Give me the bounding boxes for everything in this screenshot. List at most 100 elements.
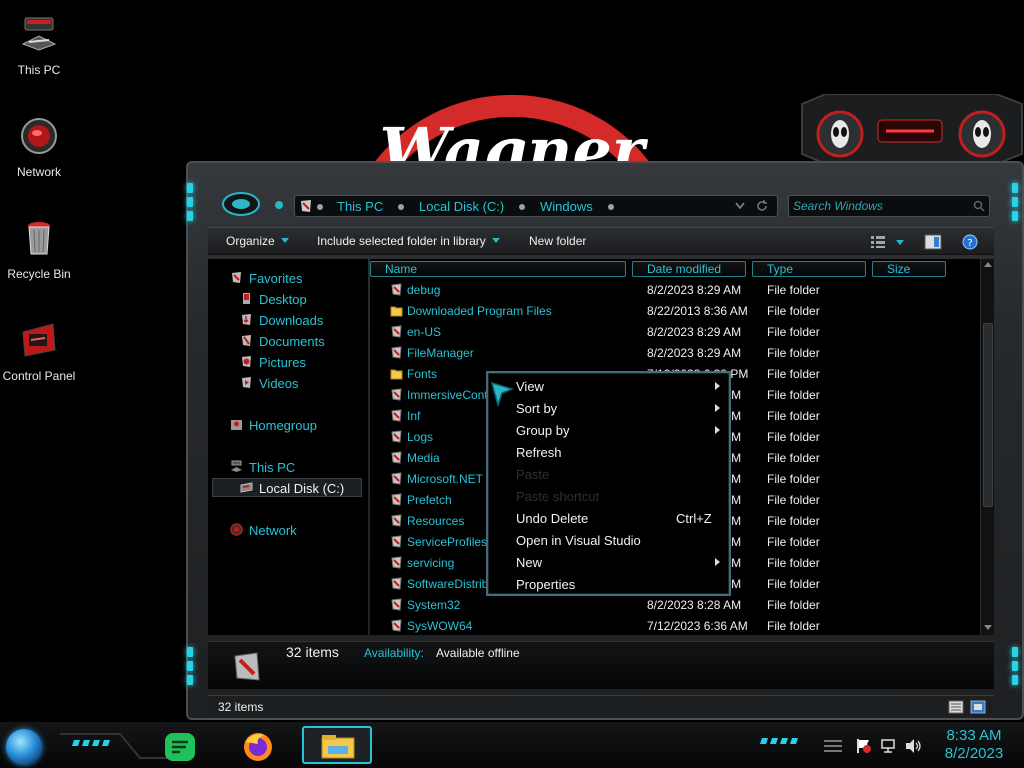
clock[interactable]: 8:33 AM 8/2/2023	[934, 727, 1014, 763]
breadcrumb-local-disk[interactable]: Local Disk (C:)	[419, 199, 504, 214]
menu-item-open-in-visual-studio[interactable]: Open in Visual Studio	[488, 529, 729, 551]
navigation-pane: Favorites Desktop Downloads Documents Pi…	[208, 259, 368, 635]
menu-item-view[interactable]: View	[488, 375, 729, 397]
chevron-down-icon[interactable]	[735, 202, 745, 210]
file-row[interactable]: Downloaded Program Files 8/22/2013 8:36 A…	[370, 300, 970, 321]
nav-label: Videos	[259, 376, 299, 391]
file-row[interactable]: debug 8/2/2023 8:29 AM File folder	[370, 279, 970, 300]
scroll-up-icon[interactable]	[984, 262, 992, 267]
organize-button[interactable]: Organize	[226, 234, 289, 248]
nav-favorites[interactable]: Favorites	[208, 269, 368, 288]
nav-label: Network	[249, 523, 297, 538]
file-type: File folder	[767, 388, 820, 402]
history-dot-icon[interactable]	[274, 200, 284, 210]
nav-pictures[interactable]: Pictures	[208, 353, 368, 372]
nav-homegroup[interactable]: Homegroup	[208, 416, 368, 435]
breadcrumb-separator-icon[interactable]	[608, 204, 614, 210]
clock-date: 8/2/2023	[944, 745, 1004, 762]
folder-location-icon	[301, 200, 311, 212]
refresh-icon[interactable]	[755, 199, 769, 213]
file-date: 8/2/2023 8:29 AM	[647, 346, 742, 360]
file-date: 8/2/2023 8:28 AM	[647, 598, 742, 612]
new-folder-button[interactable]: New folder	[529, 234, 586, 248]
menu-item-sort-by[interactable]: Sort by	[488, 397, 729, 419]
menu-item-group-by[interactable]: Group by	[488, 419, 729, 441]
nav-network[interactable]: Network	[208, 521, 368, 540]
nav-downloads[interactable]: Downloads	[208, 311, 368, 330]
back-button[interactable]	[222, 191, 260, 217]
file-type: File folder	[767, 514, 820, 528]
action-center-flag-icon[interactable]	[856, 738, 872, 754]
desktop-icon-recycle-bin[interactable]: Recycle Bin	[0, 218, 78, 281]
search-input[interactable]	[793, 198, 968, 214]
menu-item-label: Open in Visual Studio	[516, 533, 641, 548]
help-icon[interactable]: ?	[962, 234, 978, 250]
vertical-scrollbar[interactable]	[980, 259, 994, 635]
details-pane: 32 items Availability: Available offline	[208, 641, 994, 689]
menu-item-properties[interactable]: Properties	[488, 573, 729, 595]
column-header-date[interactable]: Date modified	[632, 261, 746, 277]
file-row[interactable]: FileManager 8/2/2023 8:29 AM File folder	[370, 342, 970, 363]
context-menu: View Sort by Group by Refresh Paste Past…	[486, 371, 731, 596]
chevron-down-icon[interactable]	[896, 240, 904, 245]
scroll-down-icon[interactable]	[984, 625, 992, 630]
file-explorer-taskbar-button[interactable]	[302, 726, 372, 764]
nav-desktop[interactable]: Desktop	[208, 290, 368, 309]
scroll-thumb[interactable]	[983, 323, 993, 507]
file-type: File folder	[767, 556, 820, 570]
file-type: File folder	[767, 451, 820, 465]
nav-local-disk[interactable]: Local Disk (C:)	[212, 478, 362, 497]
nav-documents[interactable]: Documents	[208, 332, 368, 351]
nav-videos[interactable]: Videos	[208, 374, 368, 393]
firefox-icon[interactable]	[240, 730, 276, 764]
menu-item-refresh[interactable]: Refresh	[488, 441, 729, 463]
menu-item-new[interactable]: New	[488, 551, 729, 573]
homegroup-icon	[231, 420, 242, 430]
network-status-icon[interactable]	[880, 738, 896, 754]
menu-item-undo-delete[interactable]: Undo Delete Ctrl+Z	[488, 507, 729, 529]
details-view-icon[interactable]	[948, 700, 964, 714]
nav-this-pc[interactable]: This PC	[208, 458, 368, 477]
column-headers: Name Date modified Type Size	[370, 259, 980, 279]
clock-time: 8:33 AM	[946, 727, 1002, 744]
search-icon[interactable]	[973, 200, 985, 212]
pictures-icon	[242, 356, 251, 367]
desktop-icon-control-panel[interactable]: Control Panel	[0, 320, 78, 383]
breadcrumb-this-pc[interactable]: This PC	[337, 199, 383, 214]
volume-icon[interactable]	[904, 738, 922, 754]
include-in-library-button[interactable]: Include selected folder in library	[317, 234, 500, 248]
start-button[interactable]	[6, 729, 42, 765]
show-hidden-icons-icon[interactable]	[822, 738, 844, 754]
breadcrumb-separator-icon[interactable]	[519, 204, 525, 210]
desktop-icon-network[interactable]: Network	[0, 116, 78, 179]
column-header-label: Name	[385, 262, 418, 276]
folder-icon	[390, 369, 403, 380]
file-row[interactable]: en-US 8/2/2023 8:29 AM File folder	[370, 321, 970, 342]
item-count: 32 items	[286, 644, 339, 660]
availability-value: Available offline	[436, 646, 520, 660]
file-row[interactable]: SysWOW64 7/12/2023 6:36 AM File folder	[370, 615, 970, 636]
folder-icon	[391, 451, 402, 464]
desktop-icon-label: Recycle Bin	[7, 267, 71, 281]
notes-app-icon[interactable]	[162, 730, 198, 764]
address-bar[interactable]: This PC Local Disk (C:) Windows	[294, 195, 778, 217]
frame-led	[1012, 197, 1018, 207]
breadcrumb-separator-icon[interactable]	[398, 204, 404, 210]
folder-icon	[390, 306, 403, 317]
file-type: File folder	[767, 619, 820, 633]
column-header-name[interactable]: Name	[370, 261, 626, 277]
search-box[interactable]	[788, 195, 990, 217]
preview-pane-icon[interactable]	[924, 234, 942, 250]
column-header-type[interactable]: Type	[752, 261, 866, 277]
menu-item-paste-shortcut: Paste shortcut	[488, 485, 729, 507]
large-icons-view-icon[interactable]	[970, 700, 986, 714]
file-row[interactable]: System32 8/2/2023 8:28 AM File folder	[370, 594, 970, 615]
breadcrumb-windows[interactable]: Windows	[540, 199, 593, 214]
view-options-icon[interactable]	[870, 235, 886, 249]
desktop-icon-this-pc[interactable]: This PC	[0, 14, 78, 77]
frame-led	[1012, 183, 1018, 193]
folder-icon	[391, 283, 402, 296]
column-header-size[interactable]: Size	[872, 261, 946, 277]
folder-icon	[391, 556, 402, 569]
folder-icon	[391, 388, 402, 401]
